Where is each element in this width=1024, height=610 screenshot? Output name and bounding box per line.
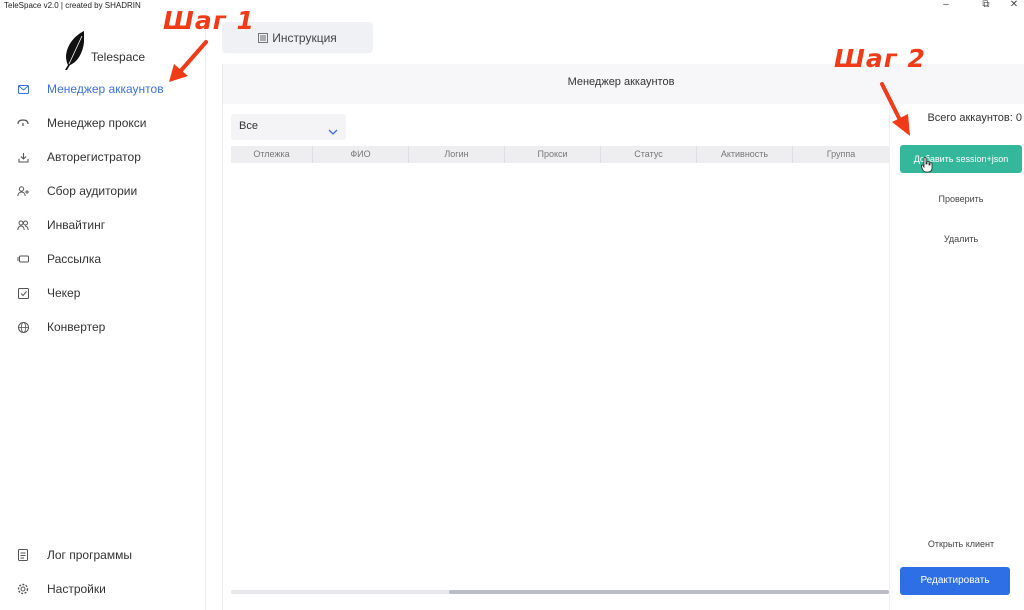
column-header[interactable]: Активность bbox=[697, 146, 793, 163]
filter-select[interactable]: Все bbox=[231, 114, 346, 140]
mail-icon bbox=[17, 83, 29, 95]
sidebar-item-checker[interactable]: Чекер bbox=[0, 278, 206, 308]
column-header[interactable]: Прокси bbox=[505, 146, 601, 163]
users-icon bbox=[17, 219, 29, 231]
proxy-icon bbox=[17, 117, 29, 129]
sidebar-item-inviting[interactable]: Инвайтинг bbox=[0, 210, 206, 240]
column-header[interactable]: Группа bbox=[793, 146, 889, 163]
actions-panel: Всего аккаунтов: 0 Добавить session+json… bbox=[889, 104, 1024, 610]
sidebar-item-audience[interactable]: Сбор аудитории bbox=[0, 176, 206, 206]
minimize-button[interactable]: – bbox=[936, 0, 956, 11]
sidebar-item-mailing[interactable]: Рассылка bbox=[0, 244, 206, 274]
app-window: TeleSpace v2.0 | created by SHADRIN – ⧉ … bbox=[0, 0, 1024, 610]
filter-select-value: Все bbox=[239, 120, 258, 132]
edit-button[interactable]: Редактировать bbox=[900, 567, 1010, 595]
add-session-button[interactable]: Добавить session+json bbox=[900, 145, 1022, 173]
sidebar-item-autoregistrator[interactable]: Авторегистратор bbox=[0, 142, 206, 172]
tab-instruction-label: Инструкция bbox=[272, 30, 337, 45]
list-icon bbox=[258, 32, 269, 43]
sidebar-item-label: Авторегистратор bbox=[47, 150, 141, 164]
hand-cursor-icon bbox=[921, 157, 933, 173]
checkbox-icon bbox=[17, 287, 29, 299]
scrollbar-thumb[interactable] bbox=[449, 590, 889, 594]
sidebar-item-label: Лог программы bbox=[47, 548, 132, 562]
annotation-arrow-1 bbox=[169, 40, 208, 82]
globe-icon bbox=[17, 321, 29, 333]
sidebar-item-label: Настройки bbox=[47, 582, 106, 596]
sidebar-item-label: Менеджер прокси bbox=[47, 116, 147, 130]
main-panel: Менеджер аккаунтов Все Отлежка ФИО Логин… bbox=[222, 64, 1024, 610]
annotation-step-2: Шаг 2 bbox=[834, 44, 926, 73]
send-icon bbox=[17, 253, 29, 265]
sidebar-item-settings[interactable]: Настройки bbox=[0, 574, 206, 604]
annotation-step-1: Шаг 1 bbox=[163, 6, 255, 35]
sidebar-item-label: Сбор аудитории bbox=[47, 184, 138, 198]
title-bar: TeleSpace v2.0 | created by SHADRIN – ⧉ … bbox=[0, 0, 1024, 12]
delete-button[interactable]: Удалить bbox=[900, 226, 1022, 252]
open-client-button[interactable]: Открыть клиент bbox=[900, 531, 1022, 557]
sidebar-item-label: Конвертер bbox=[47, 320, 106, 334]
column-header[interactable]: ФИО bbox=[313, 146, 409, 163]
maximize-button[interactable]: ⧉ bbox=[976, 0, 996, 11]
feather-icon bbox=[65, 31, 84, 70]
column-header[interactable]: Логин bbox=[409, 146, 505, 163]
window-title: TeleSpace v2.0 | created by SHADRIN bbox=[4, 1, 141, 10]
app-name: Telespace bbox=[91, 50, 146, 64]
sidebar-item-label: Инвайтинг bbox=[47, 218, 106, 232]
table-header: Отлежка ФИО Логин Прокси Статус Активнос… bbox=[231, 146, 889, 163]
sidebar-item-label: Чекер bbox=[47, 286, 81, 300]
sidebar-item-log[interactable]: Лог программы bbox=[0, 540, 206, 570]
log-icon bbox=[17, 549, 29, 561]
sidebar-item-label: Менеджер аккаунтов bbox=[47, 82, 164, 96]
horizontal-scrollbar[interactable] bbox=[231, 590, 889, 594]
sidebar-item-converter[interactable]: Конвертер bbox=[0, 312, 206, 342]
column-header[interactable]: Отлежка bbox=[231, 146, 313, 163]
close-button[interactable]: ✕ bbox=[1004, 0, 1024, 11]
column-header[interactable]: Статус bbox=[601, 146, 697, 163]
download-icon bbox=[17, 151, 29, 163]
accounts-table-card: Все Отлежка ФИО Логин Прокси Статус Акти… bbox=[223, 104, 889, 610]
sidebar-item-proxy[interactable]: Менеджер прокси bbox=[0, 108, 206, 138]
check-button[interactable]: Проверить bbox=[900, 186, 1022, 212]
add-user-icon bbox=[17, 185, 29, 197]
annotation-arrow-2 bbox=[880, 82, 910, 136]
chevron-down-icon bbox=[328, 122, 338, 140]
sidebar-item-label: Рассылка bbox=[47, 252, 102, 266]
gear-icon bbox=[17, 583, 29, 595]
sidebar: Telespace Менеджер аккаунтов Менеджер пр… bbox=[0, 12, 206, 610]
